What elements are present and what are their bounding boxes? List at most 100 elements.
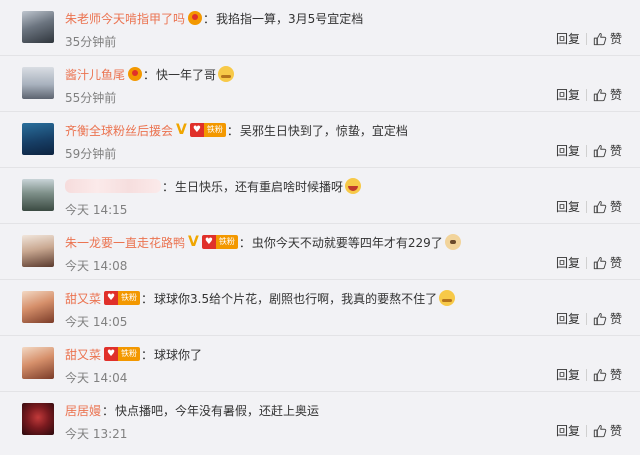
username-blurred[interactable] xyxy=(65,179,161,193)
laughing-emoji-icon xyxy=(345,178,362,194)
comment-list: 朱老师今天啃指甲了吗 ： 我掐指一算，3月5号宜定档 35分钟前 回复 赞 酱汁… xyxy=(0,0,640,455)
like-button[interactable]: 赞 xyxy=(593,422,622,439)
comment-line: 朱老师今天啃指甲了吗 ： 我掐指一算，3月5号宜定档 xyxy=(65,10,364,27)
comment-item: 齐衡全球粉丝后援会 V ♥ 铁粉 ： 吴邪生日快到了，惊蛰，宜定档 59分钟前 … xyxy=(0,112,640,168)
reply-button[interactable]: 回复 xyxy=(556,366,580,383)
username[interactable]: 居居嫚 xyxy=(65,402,101,419)
vip-badge-icon xyxy=(188,11,203,25)
like-label: 赞 xyxy=(609,144,622,158)
like-label: 赞 xyxy=(609,424,622,438)
thumbs-up-icon xyxy=(593,32,607,45)
avatar[interactable] xyxy=(22,123,54,155)
comment-text: 球球你了 xyxy=(154,347,203,362)
like-button[interactable]: 赞 xyxy=(593,30,622,47)
comment-item: 朱老师今天啃指甲了吗 ： 我掐指一算，3月5号宜定档 35分钟前 回复 赞 xyxy=(0,0,640,56)
comment-time: 55分钟前 xyxy=(65,91,117,105)
username[interactable]: 酱汁儿鱼尾 xyxy=(65,66,125,83)
avatar[interactable] xyxy=(22,347,54,379)
comment-line: 居居嫚 ： 快点播吧，今年没有暑假，还赶上奥运 xyxy=(65,402,320,419)
reply-button[interactable]: 回复 xyxy=(556,254,580,271)
avatar[interactable] xyxy=(22,11,54,43)
comment-time: 今天 13:21 xyxy=(65,427,128,441)
comment-text: 虫你今天不动就要等四年才有229了 xyxy=(251,235,443,250)
comment-time: 今天 14:15 xyxy=(65,203,128,217)
like-label: 赞 xyxy=(609,312,622,326)
reply-button[interactable]: 回复 xyxy=(556,198,580,215)
heart-icon: ♥ xyxy=(201,235,216,249)
fan-badge: ♥ 铁粉 xyxy=(201,235,238,249)
avatar[interactable] xyxy=(22,403,54,435)
heart-icon: ♥ xyxy=(189,123,204,137)
reply-button[interactable]: 回复 xyxy=(556,422,580,439)
comment-item: 甜又菜 ♥ 铁粉 ： 球球你了 今天 14:04 回复 赞 xyxy=(0,336,640,392)
thumbs-up-icon xyxy=(593,312,607,325)
username[interactable]: 朱一龙要一直走花路鸭 xyxy=(65,234,185,251)
divider xyxy=(585,144,587,157)
comment-actions: 回复 赞 xyxy=(556,422,622,439)
comment-actions: 回复 赞 xyxy=(556,142,622,159)
sweat-emoji-icon xyxy=(218,66,235,82)
thumbs-up-icon xyxy=(593,424,607,437)
comment-item: 居居嫚 ： 快点播吧，今年没有暑假，还赶上奥运 今天 13:21 回复 赞 xyxy=(0,392,640,455)
comment-time: 今天 14:05 xyxy=(65,315,128,329)
thumbs-up-icon xyxy=(593,144,607,157)
fan-badge-label: 铁粉 xyxy=(215,235,238,249)
avatar[interactable] xyxy=(22,179,54,211)
reply-button[interactable]: 回复 xyxy=(556,310,580,327)
comment-text: 快点播吧，今年没有暑假，还赶上奥运 xyxy=(115,403,320,418)
avatar[interactable] xyxy=(22,235,54,267)
avatar[interactable] xyxy=(22,291,54,323)
thumbs-up-icon xyxy=(593,88,607,101)
fan-badge: ♥ 铁粉 xyxy=(189,123,226,137)
like-button[interactable]: 赞 xyxy=(593,142,622,159)
verified-icon: V xyxy=(188,234,199,250)
fan-badge-label: 铁粉 xyxy=(203,123,226,137)
avatar[interactable] xyxy=(22,67,54,99)
fan-badge: ♥ 铁粉 xyxy=(104,347,141,361)
reply-button[interactable]: 回复 xyxy=(556,142,580,159)
comment-actions: 回复 赞 xyxy=(556,30,622,47)
reply-button[interactable]: 回复 xyxy=(556,86,580,103)
like-label: 赞 xyxy=(609,256,622,270)
comment-actions: 回复 赞 xyxy=(556,198,622,215)
heart-icon: ♥ xyxy=(104,291,119,305)
thumbs-up-icon xyxy=(593,200,607,213)
like-button[interactable]: 赞 xyxy=(593,254,622,271)
divider xyxy=(585,424,587,437)
thumbs-up-icon xyxy=(593,256,607,269)
comment-line: 甜又菜 ♥ 铁粉 ： 球球你3.5给个片花，剧照也行啊，我真的要熬不住了 xyxy=(65,288,630,308)
comment-item: 朱一龙要一直走花路鸭 V ♥ 铁粉 ： 虫你今天不动就要等四年才有229了 今天… xyxy=(0,224,640,280)
username[interactable]: 甜又菜 xyxy=(65,346,101,363)
sweat-emoji-icon xyxy=(439,290,456,306)
fan-badge-label: 铁粉 xyxy=(118,347,141,361)
comment-text: 我掐指一算，3月5号宜定档 xyxy=(216,11,364,26)
comment-actions: 回复 赞 xyxy=(556,254,622,271)
comment-time: 35分钟前 xyxy=(65,35,117,49)
comment-text: 球球你3.5给个片花，剧照也行啊，我真的要熬不住了 xyxy=(154,291,438,306)
like-label: 赞 xyxy=(609,200,622,214)
like-label: 赞 xyxy=(609,88,622,102)
like-button[interactable]: 赞 xyxy=(593,366,622,383)
comment-line: ： 生日快乐，还有重启啥时候播呀 xyxy=(65,176,630,196)
comment-item: 酱汁儿鱼尾 ： 快一年了哥 55分钟前 回复 赞 xyxy=(0,56,640,112)
username[interactable]: 齐衡全球粉丝后援会 xyxy=(65,122,173,139)
comment-line: 朱一龙要一直走花路鸭 V ♥ 铁粉 ： 虫你今天不动就要等四年才有229了 xyxy=(65,232,630,252)
like-button[interactable]: 赞 xyxy=(593,86,622,103)
comment-actions: 回复 赞 xyxy=(556,366,622,383)
comment-text: 吴邪生日快到了，惊蛰，宜定档 xyxy=(239,123,408,138)
comment-time: 今天 14:08 xyxy=(65,259,128,273)
username[interactable]: 朱老师今天啃指甲了吗 xyxy=(65,10,185,27)
comment-time: 59分钟前 xyxy=(65,147,117,161)
divider xyxy=(585,312,587,325)
username[interactable]: 甜又菜 xyxy=(65,290,101,307)
like-button[interactable]: 赞 xyxy=(593,198,622,215)
comment-line: 甜又菜 ♥ 铁粉 ： 球球你了 xyxy=(65,346,203,363)
like-button[interactable]: 赞 xyxy=(593,310,622,327)
comment-time: 今天 14:04 xyxy=(65,371,128,385)
comment-actions: 回复 赞 xyxy=(556,310,622,327)
reply-button[interactable]: 回复 xyxy=(556,30,580,47)
comment-item: 甜又菜 ♥ 铁粉 ： 球球你3.5给个片花，剧照也行啊，我真的要熬不住了 今天 … xyxy=(0,280,640,336)
thumbs-up-icon xyxy=(593,368,607,381)
fan-badge: ♥ 铁粉 xyxy=(104,291,141,305)
dog-emoji-icon xyxy=(444,234,461,250)
